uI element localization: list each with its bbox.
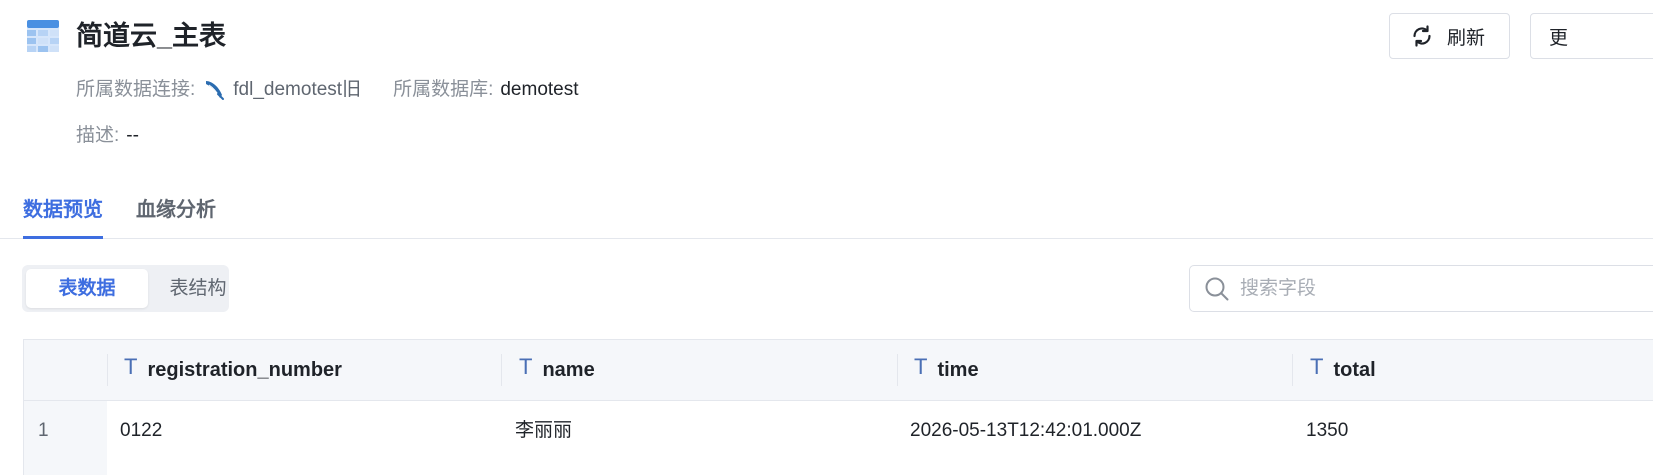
segment-table-data[interactable]: 表数据: [26, 269, 148, 308]
refresh-button[interactable]: 刷新: [1389, 13, 1510, 59]
feather-icon: [206, 81, 225, 100]
text-type-icon: T: [914, 354, 928, 379]
refresh-label: 刷新: [1447, 27, 1486, 49]
search-box[interactable]: [1189, 265, 1653, 312]
table-cell[interactable]: 2026-05-13T12:42:01.000Z: [910, 401, 1141, 461]
search-input[interactable]: [1238, 276, 1542, 301]
column-name: registration_number: [147, 358, 342, 381]
table-cell[interactable]: 1350: [1306, 401, 1348, 461]
more-label: 更: [1549, 27, 1569, 49]
table-detail-page: 简道云_主表 刷新 更 所属数据连接: fdl_demotest旧 所属数据库:…: [0, 0, 1653, 475]
column-name: total: [1333, 358, 1376, 381]
tab-bar: 数据预览 血缘分析: [0, 186, 1653, 239]
column-name: name: [542, 358, 595, 381]
description-row: 描述: --: [76, 123, 139, 149]
column-header-total[interactable]: T total: [1310, 340, 1376, 400]
connection-value: fdl_demotest旧: [233, 79, 362, 100]
tab-lineage-analysis[interactable]: 血缘分析: [136, 196, 216, 224]
active-tab-indicator: [23, 236, 103, 239]
text-type-icon: T: [124, 354, 138, 379]
search-icon: [1205, 277, 1229, 300]
row-number: 1: [38, 420, 49, 441]
column-header-time[interactable]: T time: [914, 340, 979, 400]
table-cell[interactable]: 李丽丽: [515, 401, 572, 461]
table-icon: [27, 20, 59, 52]
table-header: T registration_number T name T time T to…: [24, 340, 1653, 401]
column-header-registration-number[interactable]: T registration_number: [124, 340, 342, 400]
text-type-icon: T: [519, 354, 533, 379]
column-name: time: [937, 358, 979, 381]
table-cell[interactable]: 0122: [120, 401, 162, 461]
meta-info: 所属数据连接: fdl_demotest旧 所属数据库: demotest: [76, 77, 579, 103]
description-label: 描述:: [76, 125, 120, 146]
database-label: 所属数据库:: [393, 79, 494, 100]
database-value: demotest: [500, 79, 579, 100]
refresh-icon: [1413, 25, 1431, 47]
column-header-name[interactable]: T name: [519, 340, 595, 400]
page-title: 简道云_主表: [76, 21, 227, 51]
text-type-icon: T: [1310, 354, 1324, 379]
more-button[interactable]: 更: [1530, 13, 1653, 59]
row-number-column: [24, 401, 107, 475]
data-table: T registration_number T name T time T to…: [23, 339, 1653, 475]
segment-table-structure[interactable]: 表结构: [150, 269, 246, 308]
description-value: --: [126, 125, 139, 146]
view-segmented-control: 表数据 表结构: [22, 265, 229, 312]
connection-label: 所属数据连接:: [76, 79, 196, 100]
tab-data-preview[interactable]: 数据预览: [23, 196, 103, 224]
